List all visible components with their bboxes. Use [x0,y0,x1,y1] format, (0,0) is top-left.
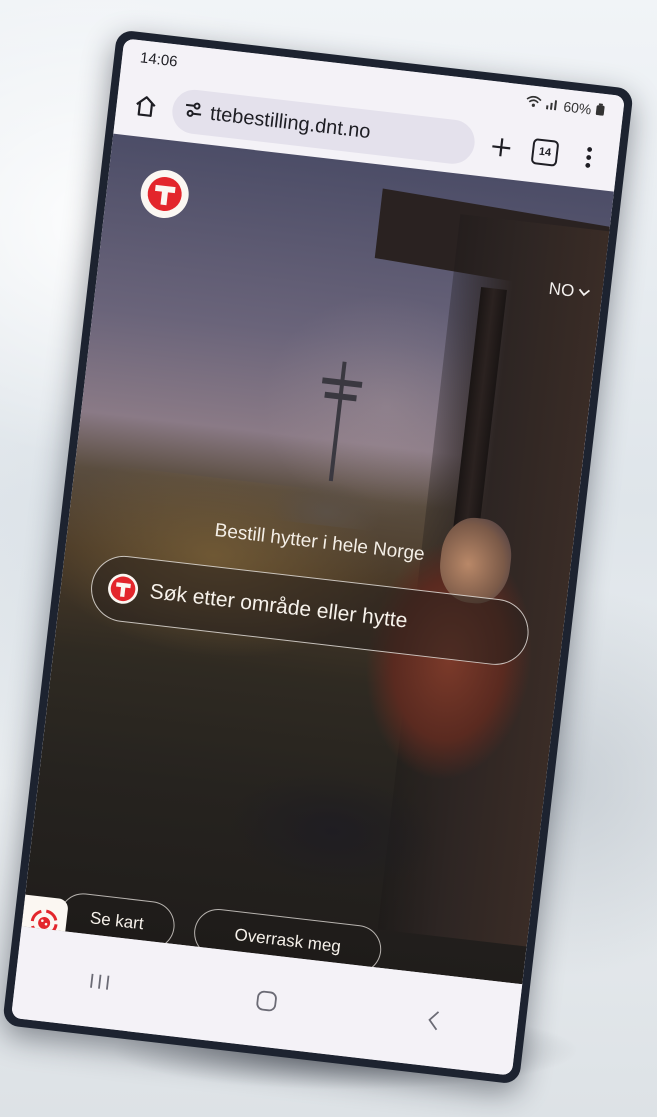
url-text[interactable]: ttebestilling.dnt.no [209,102,372,143]
more-vert-icon [585,147,593,168]
plus-icon [492,138,511,157]
wifi-icon [525,94,547,112]
hero-section: NO Bestill hytter i hele Norge Søk etter… [21,133,614,985]
recents-button[interactable] [68,958,132,1005]
status-time: 14:06 [139,48,179,71]
language-label: NO [547,278,576,301]
tab-switcher-button[interactable]: 14 [526,134,564,172]
phone-screen: 14:06 60% ttebestilling.dnt.no 14 NO Bes… [11,38,625,1076]
site-settings-icon[interactable] [183,99,204,124]
dnt-small-icon [106,572,140,606]
signal-icon [545,96,565,114]
home-icon [136,96,156,117]
battery-percent: 60% [562,98,593,118]
dnt-logo[interactable] [138,167,192,221]
menu-button[interactable] [570,139,608,177]
battery-icon [594,102,606,119]
chevron-down-icon [578,288,590,297]
tab-count: 14 [530,138,560,167]
dnt-t-icon [147,176,182,211]
search-label: Søk etter område eller hytte [148,579,409,633]
home-button[interactable] [127,87,165,125]
back-chevron-icon [428,1011,440,1031]
home-nav-button[interactable] [235,978,299,1025]
signpost [307,359,370,484]
home-square-icon [256,990,277,1012]
back-button[interactable] [401,997,465,1044]
recents-icon [90,973,110,990]
status-indicators: 60% [525,94,606,119]
new-tab-button[interactable] [482,129,520,167]
